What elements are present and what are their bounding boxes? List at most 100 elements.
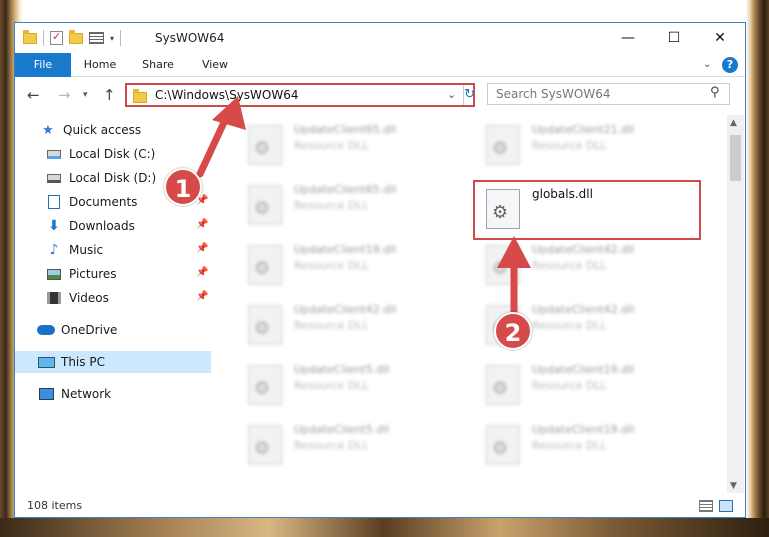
file-name: UpdateClient5.dll — [294, 363, 390, 376]
star-icon: ★ — [42, 122, 54, 138]
tab-file[interactable]: File — [15, 53, 71, 77]
window-title: SysWOW64 — [155, 31, 225, 45]
dll-file-icon — [248, 245, 282, 285]
dll-file-icon — [486, 125, 520, 165]
file-type: Resource DLL — [294, 139, 369, 152]
sidebar-item-label: This PC — [61, 355, 105, 369]
customize-toolbar-chevron-icon[interactable]: ▾ — [110, 34, 114, 43]
tab-home[interactable]: Home — [75, 53, 125, 77]
close-button[interactable]: ✕ — [697, 23, 743, 53]
sidebar-item-label: Videos — [69, 291, 109, 305]
refresh-icon[interactable]: ↻ — [463, 85, 475, 105]
title-bar: ▾ SysWOW64 — ☐ ✕ — [15, 23, 745, 53]
list-item[interactable]: UpdateClient19.dll Resource DLL — [476, 417, 706, 469]
search-input[interactable]: Search SysWOW64 ⚲ — [487, 83, 730, 105]
pin-icon[interactable]: 📌 — [196, 267, 208, 278]
recent-locations-chevron-icon[interactable]: ▾ — [83, 90, 88, 100]
dll-file-icon — [486, 365, 520, 405]
status-bar: 108 items — [15, 495, 745, 517]
tab-share[interactable]: Share — [133, 53, 183, 77]
file-type: Resource DLL — [294, 379, 369, 392]
sidebar-item-quick-access[interactable]: ★ Quick access — [15, 119, 211, 141]
up-arrow-icon[interactable]: ↑ — [103, 86, 116, 104]
list-item[interactable]: UpdateClient42.dll Resource DLL — [476, 237, 706, 289]
list-item[interactable]: UpdateClient5.dll Resource DLL — [238, 417, 468, 469]
list-item[interactable]: UpdateClient65.dll Resource DLL — [238, 117, 468, 169]
sidebar-item-label: OneDrive — [61, 323, 118, 337]
new-folder-icon[interactable] — [69, 29, 83, 44]
address-path[interactable]: C:\Windows\SysWOW64 — [155, 88, 299, 102]
search-icon[interactable]: ⚲ — [710, 85, 720, 100]
dll-file-icon — [248, 185, 282, 225]
address-row: ← → ▾ ↑ C:\Windows\SysWOW64 ⌄ ↻ Search S… — [15, 78, 745, 112]
item-count: 108 items — [27, 499, 83, 512]
large-icons-view-icon[interactable] — [719, 500, 733, 512]
expand-ribbon-chevron-icon[interactable]: ⌄ — [703, 59, 711, 70]
list-item[interactable]: UpdateClient65.dll Resource DLL — [238, 177, 468, 229]
pictures-icon — [45, 266, 63, 282]
list-item[interactable]: UpdateClient5.dll Resource DLL — [238, 357, 468, 409]
dll-file-icon — [248, 305, 282, 345]
list-item[interactable]: UpdateClient21.dll Resource DLL — [476, 117, 706, 169]
sidebar-item-label: Documents — [69, 195, 138, 209]
sidebar-item-network[interactable]: Network — [15, 383, 211, 405]
quick-access-toolbar: ▾ — [23, 29, 122, 46]
file-name: UpdateClient19.dll — [294, 243, 397, 256]
pin-icon[interactable]: 📌 — [196, 243, 208, 254]
scrollbar-thumb[interactable] — [730, 135, 741, 181]
step-two-badge: 2 — [494, 312, 532, 350]
file-name: UpdateClient5.dll — [294, 423, 390, 436]
file-list: UpdateClient65.dll Resource DLL UpdateCl… — [212, 115, 727, 489]
minimize-button[interactable]: — — [605, 23, 651, 53]
sidebar-item-onedrive[interactable]: OneDrive — [15, 319, 211, 341]
pin-icon[interactable]: 📌 — [196, 291, 208, 302]
file-type: Resource DLL — [294, 199, 369, 212]
file-name: UpdateClient65.dll — [294, 123, 397, 136]
list-item[interactable]: UpdateClient19.dll Resource DLL — [476, 357, 706, 409]
sidebar-item-pictures[interactable]: Pictures 📌 — [15, 263, 211, 285]
documents-icon — [45, 194, 63, 210]
sidebar-item-local-disk-c[interactable]: Local Disk (C:) — [15, 143, 211, 165]
sidebar-item-videos[interactable]: Videos 📌 — [15, 287, 211, 309]
file-type: Resource DLL — [532, 319, 607, 332]
pin-icon[interactable]: 📌 — [196, 219, 208, 230]
properties-icon[interactable] — [50, 30, 63, 45]
file-type: Resource DLL — [532, 139, 607, 152]
scroll-up-icon[interactable]: ▲ — [730, 118, 737, 128]
sidebar-item-label: Local Disk (D:) — [69, 171, 157, 185]
scroll-down-icon[interactable]: ▼ — [730, 481, 737, 491]
downloads-icon: ⬇ — [48, 218, 60, 234]
videos-icon — [45, 290, 63, 306]
music-icon: ♪ — [49, 242, 59, 258]
vertical-scrollbar[interactable]: ▲ ▼ — [727, 115, 744, 493]
list-item[interactable]: UpdateClient19.dll Resource DLL — [238, 237, 468, 289]
details-view-icon[interactable] — [699, 500, 713, 512]
back-arrow-icon[interactable]: ← — [27, 86, 40, 104]
file-type: Resource DLL — [532, 439, 607, 452]
desktop-background-strip — [0, 518, 769, 537]
sidebar-item-label: Network — [61, 387, 112, 401]
address-bar[interactable]: C:\Windows\SysWOW64 ⌄ ↻ — [125, 83, 475, 107]
sidebar-item-downloads[interactable]: ⬇ Downloads 📌 — [15, 215, 211, 237]
dll-file-icon — [248, 365, 282, 405]
sidebar-item-label: Music — [69, 243, 104, 257]
sidebar-item-label: Quick access — [63, 123, 142, 137]
toolbar-divider — [120, 30, 122, 46]
help-icon[interactable]: ? — [722, 57, 738, 73]
file-name: UpdateClient21.dll — [532, 123, 635, 136]
sidebar-item-music[interactable]: ♪ Music 📌 — [15, 239, 211, 261]
sidebar-item-label: Downloads — [69, 219, 135, 233]
forward-arrow-icon[interactable]: → — [58, 86, 71, 104]
view-icon[interactable] — [89, 32, 104, 44]
list-item[interactable]: UpdateClient42.dll Resource DLL — [238, 297, 468, 349]
tab-view[interactable]: View — [193, 53, 237, 77]
file-type: Resource DLL — [532, 259, 607, 272]
ribbon-tabs: File Home Share View ⌄ ? — [15, 53, 745, 77]
sidebar-item-label: Local Disk (C:) — [69, 147, 156, 161]
maximize-button[interactable]: ☐ — [651, 23, 697, 53]
address-dropdown-chevron-icon[interactable]: ⌄ — [447, 88, 456, 101]
dll-file-icon — [486, 425, 520, 465]
toolbar-divider — [43, 30, 44, 46]
sidebar-item-this-pc[interactable]: This PC — [15, 351, 211, 373]
dll-file-icon — [248, 125, 282, 165]
